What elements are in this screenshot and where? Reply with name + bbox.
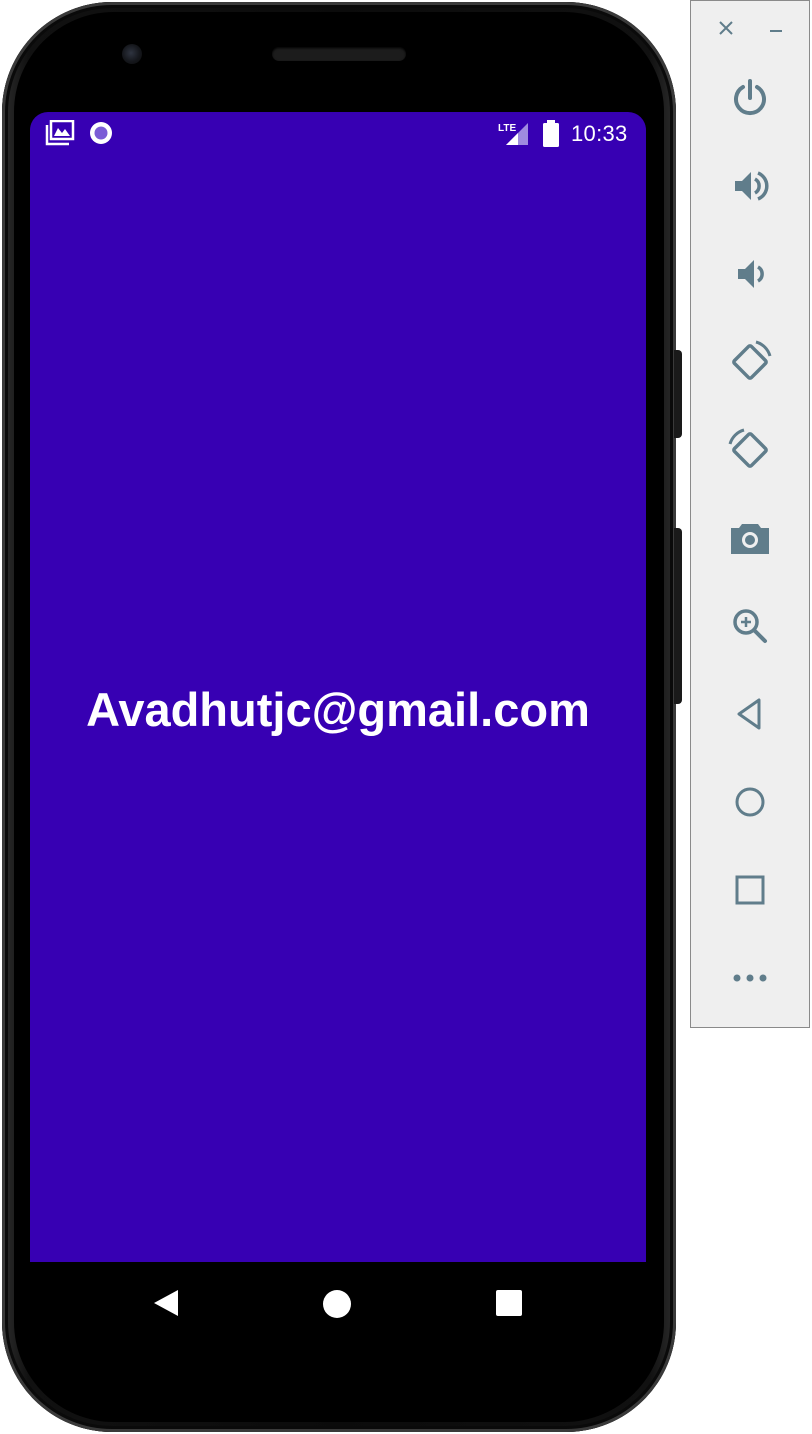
overview-icon: [735, 875, 765, 905]
front-camera: [122, 44, 142, 64]
close-icon: [719, 21, 733, 35]
phone-side-button-volume: [674, 528, 682, 704]
status-time: 10:33: [571, 121, 628, 146]
back-icon: [154, 1290, 178, 1316]
close-window-button[interactable]: [717, 19, 735, 42]
record-icon: [88, 120, 114, 151]
battery-icon: [541, 120, 561, 153]
emulator-window: LTE 10:33 Avadhutjc@gmail.com: [0, 0, 812, 1434]
home-icon: [735, 787, 765, 817]
volume-up-icon: [735, 171, 769, 201]
zoom-icon: [733, 609, 767, 643]
email-text: Avadhutjc@gmail.com: [86, 683, 590, 736]
navigation-bar: [30, 1262, 646, 1344]
app-screen: LTE 10:33 Avadhutjc@gmail.com: [30, 112, 646, 1262]
gallery-icon: [45, 119, 75, 151]
power-button[interactable]: [725, 73, 775, 123]
emulator-home-button[interactable]: [725, 777, 775, 827]
more-options-button[interactable]: [725, 953, 775, 1003]
emulator-overview-button[interactable]: [725, 865, 775, 915]
nav-recents-button[interactable]: [495, 1289, 523, 1322]
minimize-icon: [770, 30, 782, 32]
camera-icon: [731, 524, 769, 554]
zoom-button[interactable]: [725, 601, 775, 651]
minimize-window-button[interactable]: [767, 19, 785, 42]
nav-back-button[interactable]: [152, 1289, 180, 1322]
rotate-right-icon: [728, 428, 768, 468]
earpiece-speaker: [272, 47, 406, 61]
home-icon: [323, 1290, 351, 1318]
rotate-right-button[interactable]: [725, 425, 775, 475]
rotate-left-button[interactable]: [725, 337, 775, 387]
emulator-toolbar: [690, 0, 810, 1028]
emulator-back-button[interactable]: [725, 689, 775, 739]
more-icon: [733, 974, 767, 982]
rotate-left-icon: [732, 340, 772, 380]
nav-home-button[interactable]: [322, 1289, 352, 1324]
status-bar: LTE 10:33: [30, 112, 646, 156]
volume-down-button[interactable]: [725, 249, 775, 299]
lte-label: LTE: [498, 123, 516, 134]
phone-side-button-power: [674, 350, 682, 438]
recents-icon: [496, 1290, 522, 1316]
screenshot-button[interactable]: [725, 513, 775, 563]
power-icon: [734, 79, 766, 116]
lte-signal-icon: LTE: [496, 119, 532, 152]
volume-down-icon: [738, 260, 764, 288]
back-icon: [737, 698, 761, 730]
volume-up-button[interactable]: [725, 161, 775, 211]
